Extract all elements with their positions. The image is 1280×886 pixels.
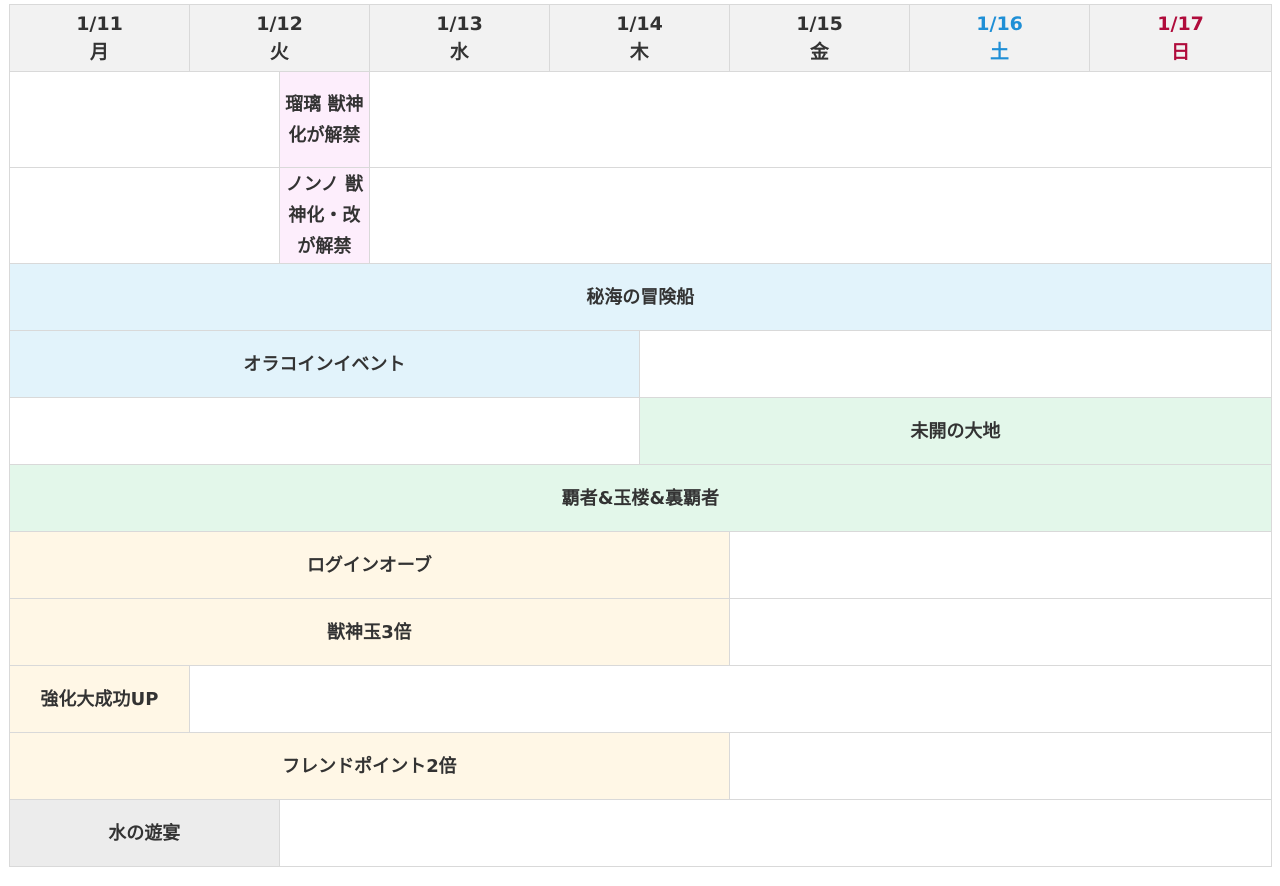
day-date: 1/11 bbox=[76, 13, 123, 35]
day-header: 1/14 木 bbox=[549, 4, 731, 72]
event-row: オラコインイベント bbox=[8, 330, 1273, 398]
event-cell: ログインオーブ bbox=[8, 531, 731, 599]
day-header: 1/17 日 bbox=[1089, 4, 1273, 72]
event-cell: 獣神玉3倍 bbox=[8, 598, 731, 666]
event-cell: フレンドポイント2倍 bbox=[8, 732, 731, 800]
event-row: 未開の大地 bbox=[8, 397, 1273, 465]
date-header: 1/11 月 1/12 火 1/13 水 1/14 木 1/15 金 1/16 土 1/17 日 bbox=[8, 4, 1273, 72]
event-row: ログインオーブ bbox=[8, 531, 1273, 599]
day-of-week: 日 bbox=[1171, 41, 1191, 63]
day-date: 1/12 bbox=[256, 13, 303, 35]
event-row: 覇者&玉楼&裏覇者 bbox=[8, 464, 1273, 532]
day-of-week: 火 bbox=[270, 41, 290, 63]
event-cell: オラコインイベント bbox=[8, 330, 641, 398]
empty-cell bbox=[639, 330, 1273, 398]
empty-cell bbox=[189, 665, 1273, 733]
empty-cell bbox=[279, 799, 1273, 867]
event-row: ノンノ 獣神化・改が解禁 bbox=[8, 167, 1273, 264]
day-of-week: 木 bbox=[630, 41, 650, 63]
day-date: 1/13 bbox=[436, 13, 483, 35]
event-schedule-table: 1/11 月 1/12 火 1/13 水 1/14 木 1/15 金 1/16 土 1/17 日 瑠璃 獣… bbox=[8, 4, 1273, 867]
event-cell: 覇者&玉楼&裏覇者 bbox=[8, 464, 1273, 532]
empty-cell bbox=[369, 167, 1273, 264]
event-row: 水の遊宴 bbox=[8, 799, 1273, 867]
event-cell: ノンノ 獣神化・改が解禁 bbox=[279, 167, 371, 264]
event-row: 獣神玉3倍 bbox=[8, 598, 1273, 666]
day-of-week: 金 bbox=[810, 41, 830, 63]
empty-cell bbox=[8, 71, 281, 168]
event-row: 秘海の冒険船 bbox=[8, 263, 1273, 331]
day-date: 1/17 bbox=[1157, 13, 1204, 35]
empty-cell bbox=[729, 598, 1273, 666]
empty-cell bbox=[8, 397, 641, 465]
event-cell: 水の遊宴 bbox=[8, 799, 281, 867]
day-date: 1/14 bbox=[616, 13, 663, 35]
event-row: 強化大成功UP bbox=[8, 665, 1273, 733]
day-of-week: 土 bbox=[990, 41, 1010, 63]
day-date: 1/16 bbox=[976, 13, 1023, 35]
event-cell: 瑠璃 獣神化が解禁 bbox=[279, 71, 371, 168]
day-header: 1/15 金 bbox=[729, 4, 911, 72]
event-cell: 未開の大地 bbox=[639, 397, 1273, 465]
event-row: フレンドポイント2倍 bbox=[8, 732, 1273, 800]
event-row: 瑠璃 獣神化が解禁 bbox=[8, 71, 1273, 168]
event-cell: 強化大成功UP bbox=[8, 665, 191, 733]
day-header: 1/16 土 bbox=[909, 4, 1091, 72]
day-header: 1/13 水 bbox=[369, 4, 551, 72]
empty-cell bbox=[8, 167, 281, 264]
day-of-week: 水 bbox=[450, 41, 470, 63]
day-header: 1/12 火 bbox=[189, 4, 371, 72]
date-header-row: 1/11 月 1/12 火 1/13 水 1/14 木 1/15 金 1/16 土 1/17 日 bbox=[8, 4, 1273, 72]
empty-cell bbox=[729, 732, 1273, 800]
day-date: 1/15 bbox=[796, 13, 843, 35]
day-of-week: 月 bbox=[90, 41, 110, 63]
day-header: 1/11 月 bbox=[8, 4, 191, 72]
empty-cell bbox=[369, 71, 1273, 168]
event-rows: 瑠璃 獣神化が解禁 ノンノ 獣神化・改が解禁 秘海の冒険船 オラコインイベント 未開の大… bbox=[8, 71, 1273, 867]
empty-cell bbox=[729, 531, 1273, 599]
event-cell: 秘海の冒険船 bbox=[8, 263, 1273, 331]
